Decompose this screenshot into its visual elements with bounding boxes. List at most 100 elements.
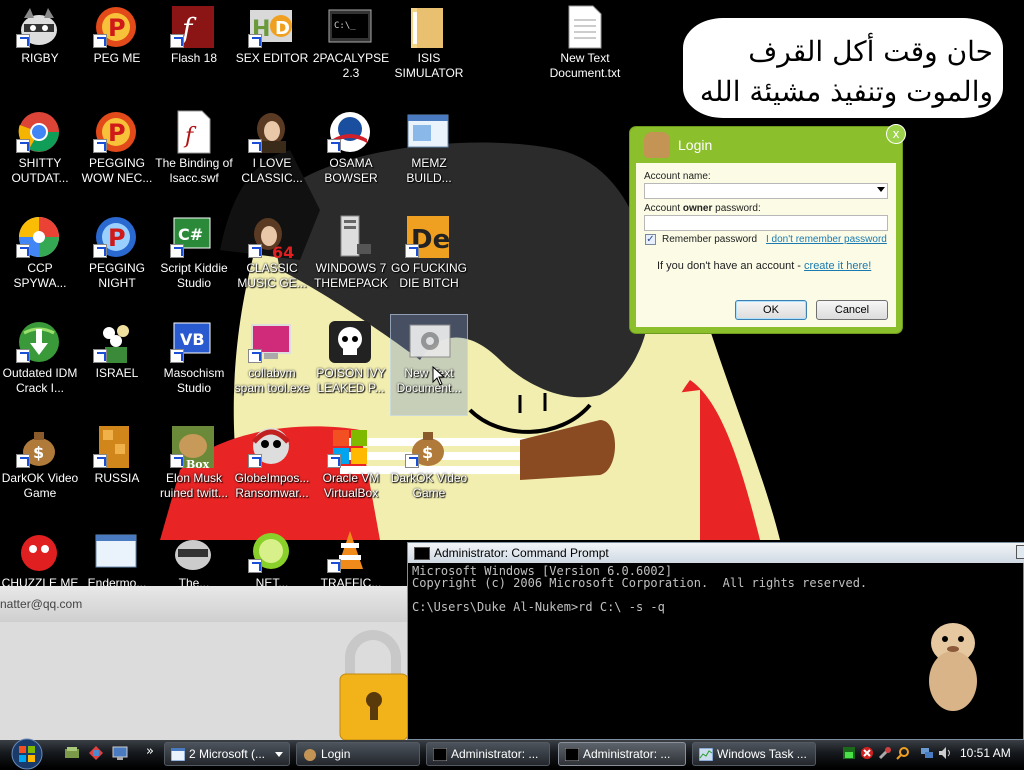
icon-label: DarkOK Video Game [390, 471, 468, 500]
shortcut-arrow-icon [170, 244, 184, 258]
desktop-icon-masochism-studio[interactable]: VB Masochism Studio [154, 315, 234, 415]
password-field[interactable] [644, 215, 888, 231]
taskbar-button-admin-cmd-2[interactable]: Administrator: ... [558, 742, 686, 766]
desktop-icon-peg-me[interactable]: P PEG ME [77, 0, 157, 100]
shortcut-arrow-icon [93, 454, 107, 468]
desktop-icon-new-text-document[interactable]: New Text Document.txt [545, 0, 625, 100]
cmd-titlebar[interactable]: Administrator: Command Prompt [408, 543, 1024, 563]
email-text: natter@qq.com [0, 597, 83, 611]
no-account-prefix: If you don't have an account - [657, 260, 805, 272]
taskbar-button-microsoft-group[interactable]: 2 Microsoft (... [164, 742, 290, 766]
desktop-icon-darkok-video-game[interactable]: $ DarkOK Video Game [0, 420, 80, 520]
desktop-icon-pegging-night[interactable]: P PEGGING NIGHT [77, 210, 157, 310]
icon-label: The Binding of Isacc.swf [155, 156, 233, 185]
switch-windows-icon[interactable] [88, 745, 104, 761]
icon-label: collabvm spam tool.exe [234, 366, 310, 395]
taskbar: » 2 Microsoft (... Login Administrator: … [0, 738, 1024, 770]
cmd-line: C:\Users\Duke Al-Nukem>rd C:\ -s -q [412, 600, 665, 614]
forgot-password-link[interactable]: I don't remember password [766, 234, 887, 245]
desktop-icon-globeimposter[interactable]: GlobeImpos... Ransomwar... [232, 420, 312, 520]
cmd-output[interactable]: Microsoft Windows [Version 6.0.6002] Cop… [412, 565, 867, 613]
no-account-text: If you don't have an account - create it… [657, 260, 871, 272]
ok-button[interactable]: OK [735, 300, 807, 320]
cmd-title: Administrator: Command Prompt [434, 546, 609, 560]
login-dialog[interactable]: Login x Account name: Account owner pass… [630, 124, 906, 333]
console-icon: C:\_ [328, 9, 372, 43]
desktop-icon-russia[interactable]: RUSSIA [77, 420, 157, 520]
search-icon[interactable] [896, 746, 910, 760]
desktop-icon-israel[interactable]: ISRAEL [77, 315, 157, 415]
cancel-button[interactable]: Cancel [816, 300, 888, 320]
shortcut-arrow-icon [405, 244, 419, 258]
taskbar-button-login[interactable]: Login [296, 742, 420, 766]
desktop-icon-collabvm-spam-tool[interactable]: collabvm spam tool.exe [232, 315, 312, 415]
icon-label: CCP SPYWA... [13, 261, 67, 290]
shortcut-arrow-icon [327, 139, 341, 153]
shortcut-arrow-icon [93, 34, 107, 48]
close-icon[interactable]: x [886, 124, 906, 144]
taskbar-button-admin-cmd-1[interactable]: Administrator: ... [426, 742, 550, 766]
desktop-icon-2pacalypse[interactable]: C:\_ 2PACALYPSE 2.3 [311, 0, 391, 100]
desktop-icon-osama-bowser[interactable]: OSAMA BOWSER [311, 105, 391, 205]
task-label: Windows Task ... [717, 747, 807, 761]
desktop-icon-new-text-document-selected[interactable]: New Text Document... [390, 314, 468, 416]
computer-icon[interactable] [112, 745, 128, 761]
icon-label: SHITTY OUTDAT... [11, 156, 69, 185]
icon-label: Oracle VM VirtualBox [322, 471, 380, 500]
maximize-button[interactable] [1016, 545, 1024, 559]
desktop-icon-sex-editor[interactable]: HD SEX EDITOR [232, 0, 312, 100]
desktop-icon-virtualbox[interactable]: Oracle VM VirtualBox [311, 420, 391, 520]
security-alert-icon[interactable] [860, 746, 874, 760]
start-orb-button[interactable] [6, 734, 48, 770]
desktop-icon-script-kiddie-studio[interactable]: C# Script Kiddie Studio [154, 210, 234, 310]
show-desktop-icon[interactable] [64, 745, 80, 761]
desktop-icon-go-die[interactable]: De GO FUCKING DIE BITCH [389, 210, 469, 310]
speech-bubble-text: حان وقت أكل القرف والموت وتنفيذ مشيئة ال… [699, 35, 993, 108]
password-label-bold: owner [682, 203, 713, 214]
login-titlebar[interactable]: Login [630, 127, 902, 163]
desktop-icon-pegging-wow[interactable]: P PEGGING WOW NEC... [77, 105, 157, 205]
clock[interactable]: 10:51 AM [960, 746, 1011, 760]
remember-password-checkbox[interactable]: ✓ [645, 234, 656, 245]
desktop-icon-idm-crack[interactable]: Outdated IDM Crack I... [0, 315, 80, 415]
shortcut-arrow-icon [16, 349, 30, 363]
network-icon[interactable] [920, 746, 934, 760]
svg-text:C:\_: C:\_ [334, 21, 356, 31]
desktop-icon-poison-ivy[interactable]: POISON IVY LEAKED P... [311, 315, 391, 415]
desktop-icon-elon-musk[interactable]: Box Elon Musk ruined twitt... [154, 420, 234, 520]
account-name-label: Account name: [644, 171, 711, 182]
taskbar-button-task-manager[interactable]: Windows Task ... [692, 742, 816, 766]
red-fuzzball-icon [21, 535, 57, 571]
desktop-icon-i-love-classic[interactable]: I LOVE CLASSIC... [232, 105, 312, 205]
tools-icon[interactable] [878, 746, 892, 760]
desktop-icon-flash-18[interactable]: f Flash 18 [154, 0, 234, 100]
desktop-icon-classic-music[interactable]: 64 CLASSIC MUSIC GE... [232, 210, 312, 310]
icon-label: GlobeImpos... Ransomwar... [234, 471, 310, 500]
desktop-icon-binding-of-isaac[interactable]: f The Binding of Isacc.swf [154, 105, 234, 205]
window-icon [95, 534, 137, 568]
icon-label: New Text Document... [396, 366, 462, 395]
desktop-icon-rigby[interactable]: RIGBY [0, 0, 80, 100]
desktop-icon-isis-simulator[interactable]: ISIS SIMULATOR [389, 0, 469, 100]
shortcut-arrow-icon [170, 349, 184, 363]
login-body: Account name: Account owner password: ✓ … [636, 163, 896, 327]
desktop-icon-darkok-video-game-2[interactable]: $ DarkOK Video Game [389, 420, 469, 520]
volume-icon[interactable] [938, 746, 952, 760]
desktop-icon-memz-build[interactable]: MEMZ BUILD... [389, 105, 469, 205]
desktop-icon-ccp-spyware[interactable]: CCP SPYWA... [0, 210, 80, 310]
console-icon [565, 748, 579, 761]
background-window[interactable]: natter@qq.com [0, 586, 412, 740]
command-prompt-window[interactable]: Administrator: Command Prompt Microsoft … [407, 542, 1024, 740]
chevron-down-icon[interactable] [877, 187, 885, 192]
text-file-icon [568, 5, 602, 49]
dancing-hamster-image [929, 623, 977, 711]
icon-label: Outdated IDM Crack I... [2, 366, 78, 395]
cpu-usage-icon[interactable] [842, 746, 856, 760]
create-account-link[interactable]: create it here! [804, 260, 871, 272]
shortcut-arrow-icon [248, 349, 262, 363]
desktop-icon-chrome[interactable]: SHITTY OUTDAT... [0, 105, 80, 205]
quick-launch-overflow-button[interactable]: » [146, 744, 154, 759]
settings-window-icon [409, 324, 451, 358]
account-name-select[interactable] [644, 183, 888, 199]
desktop-icon-windows7-themepack[interactable]: WINDOWS 7 THEMEPACK [311, 210, 391, 310]
